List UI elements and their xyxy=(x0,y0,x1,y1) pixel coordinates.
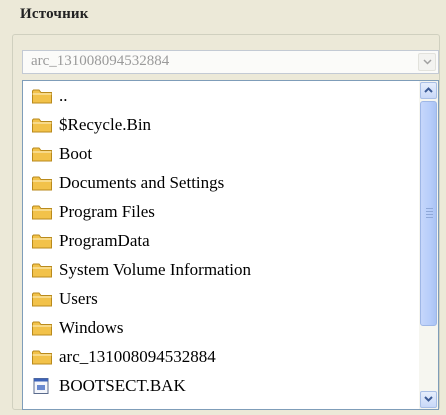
file-list-item[interactable]: BOOTSECT.BAK xyxy=(23,371,418,400)
file-list-item[interactable]: arc_131008094532884 xyxy=(23,342,418,371)
folder-icon xyxy=(31,145,53,163)
thumb-grip-line xyxy=(426,214,433,215)
file-list-item-label: Program Files xyxy=(59,201,155,221)
folder-icon xyxy=(31,203,53,221)
file-list-item-label: Windows xyxy=(59,317,124,337)
file-list-item-label: Boot xyxy=(59,143,93,163)
file-list-item[interactable]: Program Files xyxy=(23,197,418,226)
folder-icon xyxy=(31,87,53,105)
file-list-item[interactable]: System Volume Information xyxy=(23,255,418,284)
scroll-thumb[interactable] xyxy=(420,101,437,326)
combo-dropdown-button[interactable] xyxy=(418,53,436,71)
file-list-item[interactable]: Boot xyxy=(23,139,418,168)
thumb-grip-line xyxy=(426,211,433,212)
file-list-item-label: ProgramData xyxy=(59,230,150,250)
file-list-item[interactable]: .. xyxy=(23,81,418,110)
source-group-title: Источник xyxy=(20,6,89,22)
source-combo-value: arc_131008094532884 xyxy=(31,53,170,69)
file-icon xyxy=(31,377,53,395)
folder-icon xyxy=(31,319,53,337)
chevron-up-icon xyxy=(424,87,433,93)
file-list-item-label: System Volume Information xyxy=(59,259,252,279)
file-list-item[interactable]: Users xyxy=(23,284,418,313)
file-list-item-label: Documents and Settings xyxy=(59,172,225,192)
file-list-item-label: arc_131008094532884 xyxy=(59,346,216,366)
vertical-scrollbar[interactable] xyxy=(419,81,438,409)
file-list-rows: .. $Recycle.Bin Boot Documents and Settings… xyxy=(23,81,418,409)
folder-icon xyxy=(31,116,53,134)
chevron-down-icon xyxy=(424,396,433,402)
file-list-item-label: BOOTSECT.BAK xyxy=(59,375,186,395)
scroll-up-button[interactable] xyxy=(420,82,437,99)
file-list-item[interactable]: Windows xyxy=(23,313,418,342)
file-list-item-label: .. xyxy=(59,85,68,105)
file-list-item[interactable]: $Recycle.Bin xyxy=(23,110,418,139)
folder-icon xyxy=(31,261,53,279)
file-list-item-label: Users xyxy=(59,288,98,308)
file-listbox[interactable]: .. $Recycle.Bin Boot Documents and Settings… xyxy=(22,80,439,410)
source-combo[interactable]: arc_131008094532884 xyxy=(22,50,439,74)
thumb-grip-line xyxy=(426,208,433,209)
folder-icon xyxy=(31,290,53,308)
file-list-item[interactable]: ProgramData xyxy=(23,226,418,255)
folder-icon xyxy=(31,348,53,366)
file-list-item-label: $Recycle.Bin xyxy=(59,114,152,134)
chevron-down-icon xyxy=(423,59,432,65)
thumb-grip-line xyxy=(426,217,433,218)
folder-icon xyxy=(31,232,53,250)
file-list-item[interactable]: Documents and Settings xyxy=(23,168,418,197)
folder-icon xyxy=(31,174,53,192)
scroll-down-button[interactable] xyxy=(420,391,437,408)
